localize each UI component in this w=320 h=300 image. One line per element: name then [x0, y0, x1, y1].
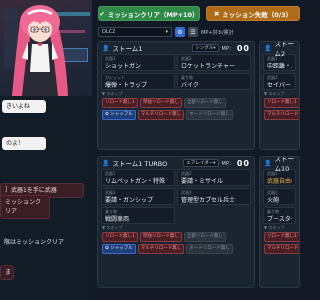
loadout-cell[interactable]: 武器2 要請・ミサイル	[177, 169, 251, 186]
character-scene	[0, 0, 92, 96]
skip-section-label: ▼ スキップ	[102, 225, 123, 230]
check-icon: ✔	[99, 9, 105, 18]
toolbar: DLC2 ▾ ⚙ ☰ MP+対⑤/累計	[98, 27, 234, 37]
mission-fail-button[interactable]: ✖ ミッション失敗（0/3）	[206, 6, 300, 21]
chevron-down-icon: ▾	[165, 29, 168, 35]
dlc-select[interactable]: DLC2 ▾	[98, 27, 172, 37]
shuffle-button[interactable]: ✿ シャッフル	[102, 110, 136, 120]
tag-toggle[interactable]: マルチリロード無し	[264, 110, 299, 120]
player-icon: 👤	[102, 44, 110, 52]
panel-title: ストーム1 TURBO	[112, 160, 168, 168]
list-icon: ☰	[190, 28, 196, 36]
loadout-cell[interactable]: ガジェット 爆弾・トラップ	[101, 73, 175, 90]
player-panel: 👤 ストーム10 武器1武器自由枠 武器2火砲 乗り物ブースター強化 ▼ スキッ…	[259, 156, 300, 288]
list-button[interactable]: ☰	[188, 27, 198, 37]
mp-value: 00	[236, 43, 250, 53]
skip-section-label: ▼ スキップ	[102, 91, 123, 96]
cross-icon: ✖	[213, 9, 220, 18]
loadout-cell[interactable]: 乗り物ブースター強化	[263, 207, 296, 224]
player-icon: 👤	[102, 159, 110, 167]
chat-message: きいよね	[2, 100, 46, 113]
class-select[interactable]: エアレイダー ▾	[183, 159, 219, 167]
skip-section-label: ▼ スキップ	[264, 91, 285, 96]
tag-toggle[interactable]: オートリロード無し	[186, 244, 233, 254]
loadout-cell[interactable]: 乗り物 戦闘車両	[101, 207, 175, 224]
maid-character-image	[12, 5, 68, 96]
loadout-cell[interactable]: 武器1 リムペットガン・特殊	[101, 169, 175, 186]
mission-clear-button[interactable]: ✔ ミッションクリア（MP+10）	[98, 6, 200, 21]
chat-message: 限はミッションクリア	[4, 239, 65, 246]
loadout-cell[interactable]: 武器2 火砲	[263, 188, 296, 205]
mp-value: 00	[236, 158, 250, 168]
loadout-cell[interactable]: 武器2 ロケットランチャー	[177, 54, 251, 71]
tag-toggle[interactable]: マルチリロード無し	[137, 110, 185, 120]
loadout-cell[interactable]: 乗り物 バイク	[177, 73, 251, 90]
mp-total-label: MP+対⑤/累計	[201, 29, 234, 36]
player-icon: 👤	[264, 159, 272, 167]
settings-button[interactable]: ⚙	[175, 27, 185, 37]
tag-toggle[interactable]: リロード無し1	[102, 232, 138, 242]
loadout-cell[interactable]: 武器3 要請・ガンシップ	[101, 188, 175, 205]
chat-message: ま	[0, 265, 14, 280]
player-panel: 👤 ストーム2 武器1中距離・バウ 武器2セイバー ▼ スキップ リロード無し1…	[259, 41, 300, 150]
tag-toggle[interactable]: 単独リロード無し	[139, 98, 182, 108]
shuffle-button[interactable]: ✿ シャッフル	[102, 244, 136, 254]
loadout-cell[interactable]: 武器4 管理型カプセル兵士	[177, 188, 251, 205]
chat-message: ミッションクリア	[0, 195, 50, 219]
player-panel: 👤 ストーム1 TURBO エアレイダー ▾ MP： 00 武器1 リムペットガン・…	[97, 156, 255, 288]
tag-toggle[interactable]: リロード無し1	[264, 98, 299, 108]
player-icon: 👤	[264, 44, 272, 52]
tag-toggle[interactable]: オートリロード無し	[186, 110, 233, 120]
chat-message: のよ！	[2, 137, 46, 150]
class-select[interactable]: シングル ▾	[192, 44, 219, 52]
skip-section-label: ▼ スキップ	[264, 225, 285, 230]
tag-toggle[interactable]: 全部リロード無し	[183, 232, 226, 242]
chat-pane: きいよね のよ！ ］武器1を手に武器 ミッションクリア 限はミッションクリア ま	[0, 0, 92, 300]
gear-icon: ⚙	[177, 28, 183, 36]
tag-toggle[interactable]: マルチリロード無し	[264, 244, 299, 254]
panel-title: ストーム1	[112, 45, 143, 53]
tag-toggle[interactable]: リロード無し1	[264, 232, 299, 242]
tag-toggle[interactable]: 全部リロード無し	[183, 98, 226, 108]
tag-toggle[interactable]: マルチリロード無し	[137, 244, 185, 254]
tag-toggle[interactable]: リロード無し1	[102, 98, 138, 108]
loadout-cell[interactable]: 武器2 セイバー	[263, 73, 296, 90]
player-panel: 👤 ストーム1 シングル ▾ MP： 00 武器1 ショットガン 武器2 ロケットラン…	[97, 41, 255, 150]
loadout-cell[interactable]: 武器1 ショットガン	[101, 54, 175, 71]
tag-toggle[interactable]: 単独リロード無し	[139, 232, 182, 242]
